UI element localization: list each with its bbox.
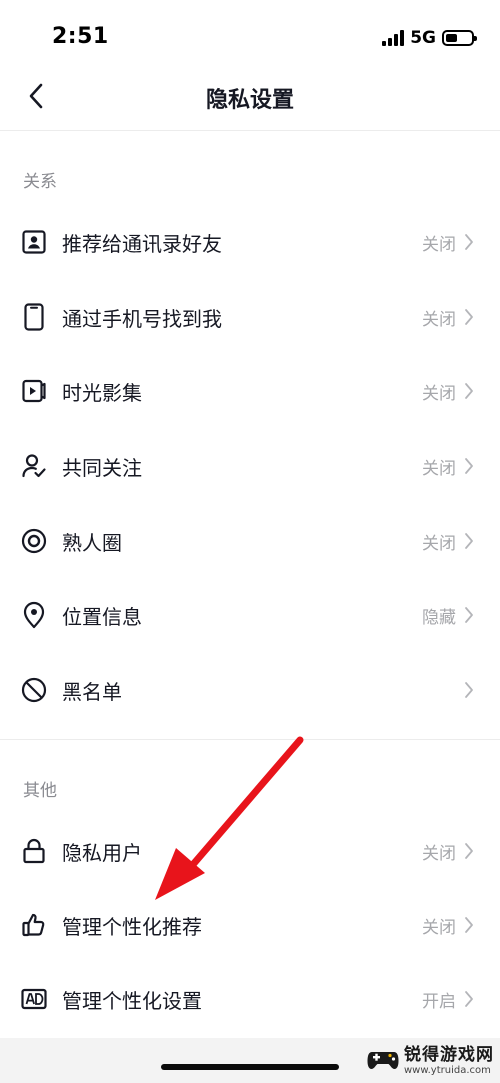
lock-icon <box>20 837 48 865</box>
status-time: 2:51 <box>52 24 109 49</box>
status-indicators: 5G <box>382 28 477 48</box>
thumbs-up-icon <box>20 911 48 939</box>
row-value: 关闭 <box>422 234 456 255</box>
page-title: 隐私设置 <box>205 88 294 113</box>
chevron-right-icon <box>462 915 476 935</box>
chevron-right-icon <box>462 232 476 252</box>
row-label: 通过手机号找到我 <box>62 306 222 331</box>
row-label: 熟人圈 <box>62 530 122 555</box>
row-manage-personalized-recommendations[interactable]: 管理个性化推荐 关闭 <box>0 888 500 962</box>
chevron-right-icon <box>462 307 476 327</box>
row-acquaintance-circle[interactable]: 熟人圈 关闭 <box>0 504 500 578</box>
chevron-right-icon <box>462 841 476 861</box>
nav-divider <box>0 130 500 131</box>
target-circle-icon <box>20 527 48 555</box>
signal-strength-icon <box>382 30 405 46</box>
chevron-right-icon <box>462 989 476 1009</box>
section-divider <box>0 739 500 740</box>
phone-icon <box>20 303 48 331</box>
row-value: 关闭 <box>422 383 456 404</box>
row-manage-personalized-settings[interactable]: 管理个性化设置 开启 <box>0 962 500 1036</box>
battery-level <box>446 34 457 42</box>
row-value: 开启 <box>422 991 456 1012</box>
row-label: 黑名单 <box>62 679 122 704</box>
section-header-other: 其他 <box>23 781 57 801</box>
row-mutual-follows[interactable]: 共同关注 关闭 <box>0 429 500 503</box>
battery-icon <box>442 30 477 46</box>
row-label: 管理个性化推荐 <box>62 914 202 939</box>
chevron-right-icon <box>462 605 476 625</box>
watermark-url: www.ytruida.com <box>404 1065 491 1076</box>
row-time-album[interactable]: 时光影集 关闭 <box>0 354 500 428</box>
status-bar: 2:51 5G <box>0 0 500 64</box>
row-private-user[interactable]: 隐私用户 关闭 <box>0 814 500 888</box>
row-value: 关闭 <box>422 533 456 554</box>
network-type: 5G <box>410 28 436 48</box>
row-label: 位置信息 <box>62 604 142 629</box>
block-icon <box>20 676 48 704</box>
home-indicator[interactable] <box>161 1064 339 1070</box>
row-label: 隐私用户 <box>62 840 142 865</box>
phone-screen: 2:51 5G 隐私设置 关系 推荐给通讯录好友 关闭 通过手机号找到我 关闭 … <box>0 0 500 1083</box>
row-value: 关闭 <box>422 309 456 330</box>
user-check-icon <box>20 452 48 480</box>
row-label: 时光影集 <box>62 380 142 405</box>
chevron-right-icon <box>462 531 476 551</box>
video-album-icon <box>20 377 48 405</box>
row-blacklist[interactable]: 黑名单 <box>0 653 500 727</box>
ad-badge-icon <box>20 985 48 1013</box>
location-pin-icon <box>20 601 48 629</box>
watermark: 锐得游戏网 www.ytruida.com <box>366 1040 494 1076</box>
row-value: 关闭 <box>422 917 456 938</box>
chevron-right-icon <box>462 456 476 476</box>
row-label: 管理个性化设置 <box>62 988 202 1013</box>
nav-bar: 隐私设置 <box>0 64 500 128</box>
row-label: 共同关注 <box>62 455 142 480</box>
watermark-brand: 锐得游戏网 <box>404 1045 494 1065</box>
chevron-right-icon <box>462 680 476 700</box>
contact-card-icon <box>20 228 48 256</box>
row-value: 关闭 <box>422 843 456 864</box>
row-value: 关闭 <box>422 458 456 479</box>
row-location-info[interactable]: 位置信息 隐藏 <box>0 578 500 652</box>
chevron-right-icon <box>462 381 476 401</box>
gamepad-logo-icon <box>367 1052 399 1069</box>
row-find-me-by-phone[interactable]: 通过手机号找到我 关闭 <box>0 280 500 354</box>
row-value: 隐藏 <box>422 607 456 628</box>
row-label: 推荐给通讯录好友 <box>62 231 222 256</box>
section-header-relations: 关系 <box>23 172 57 192</box>
row-recommend-to-contacts[interactable]: 推荐给通讯录好友 关闭 <box>0 205 500 279</box>
